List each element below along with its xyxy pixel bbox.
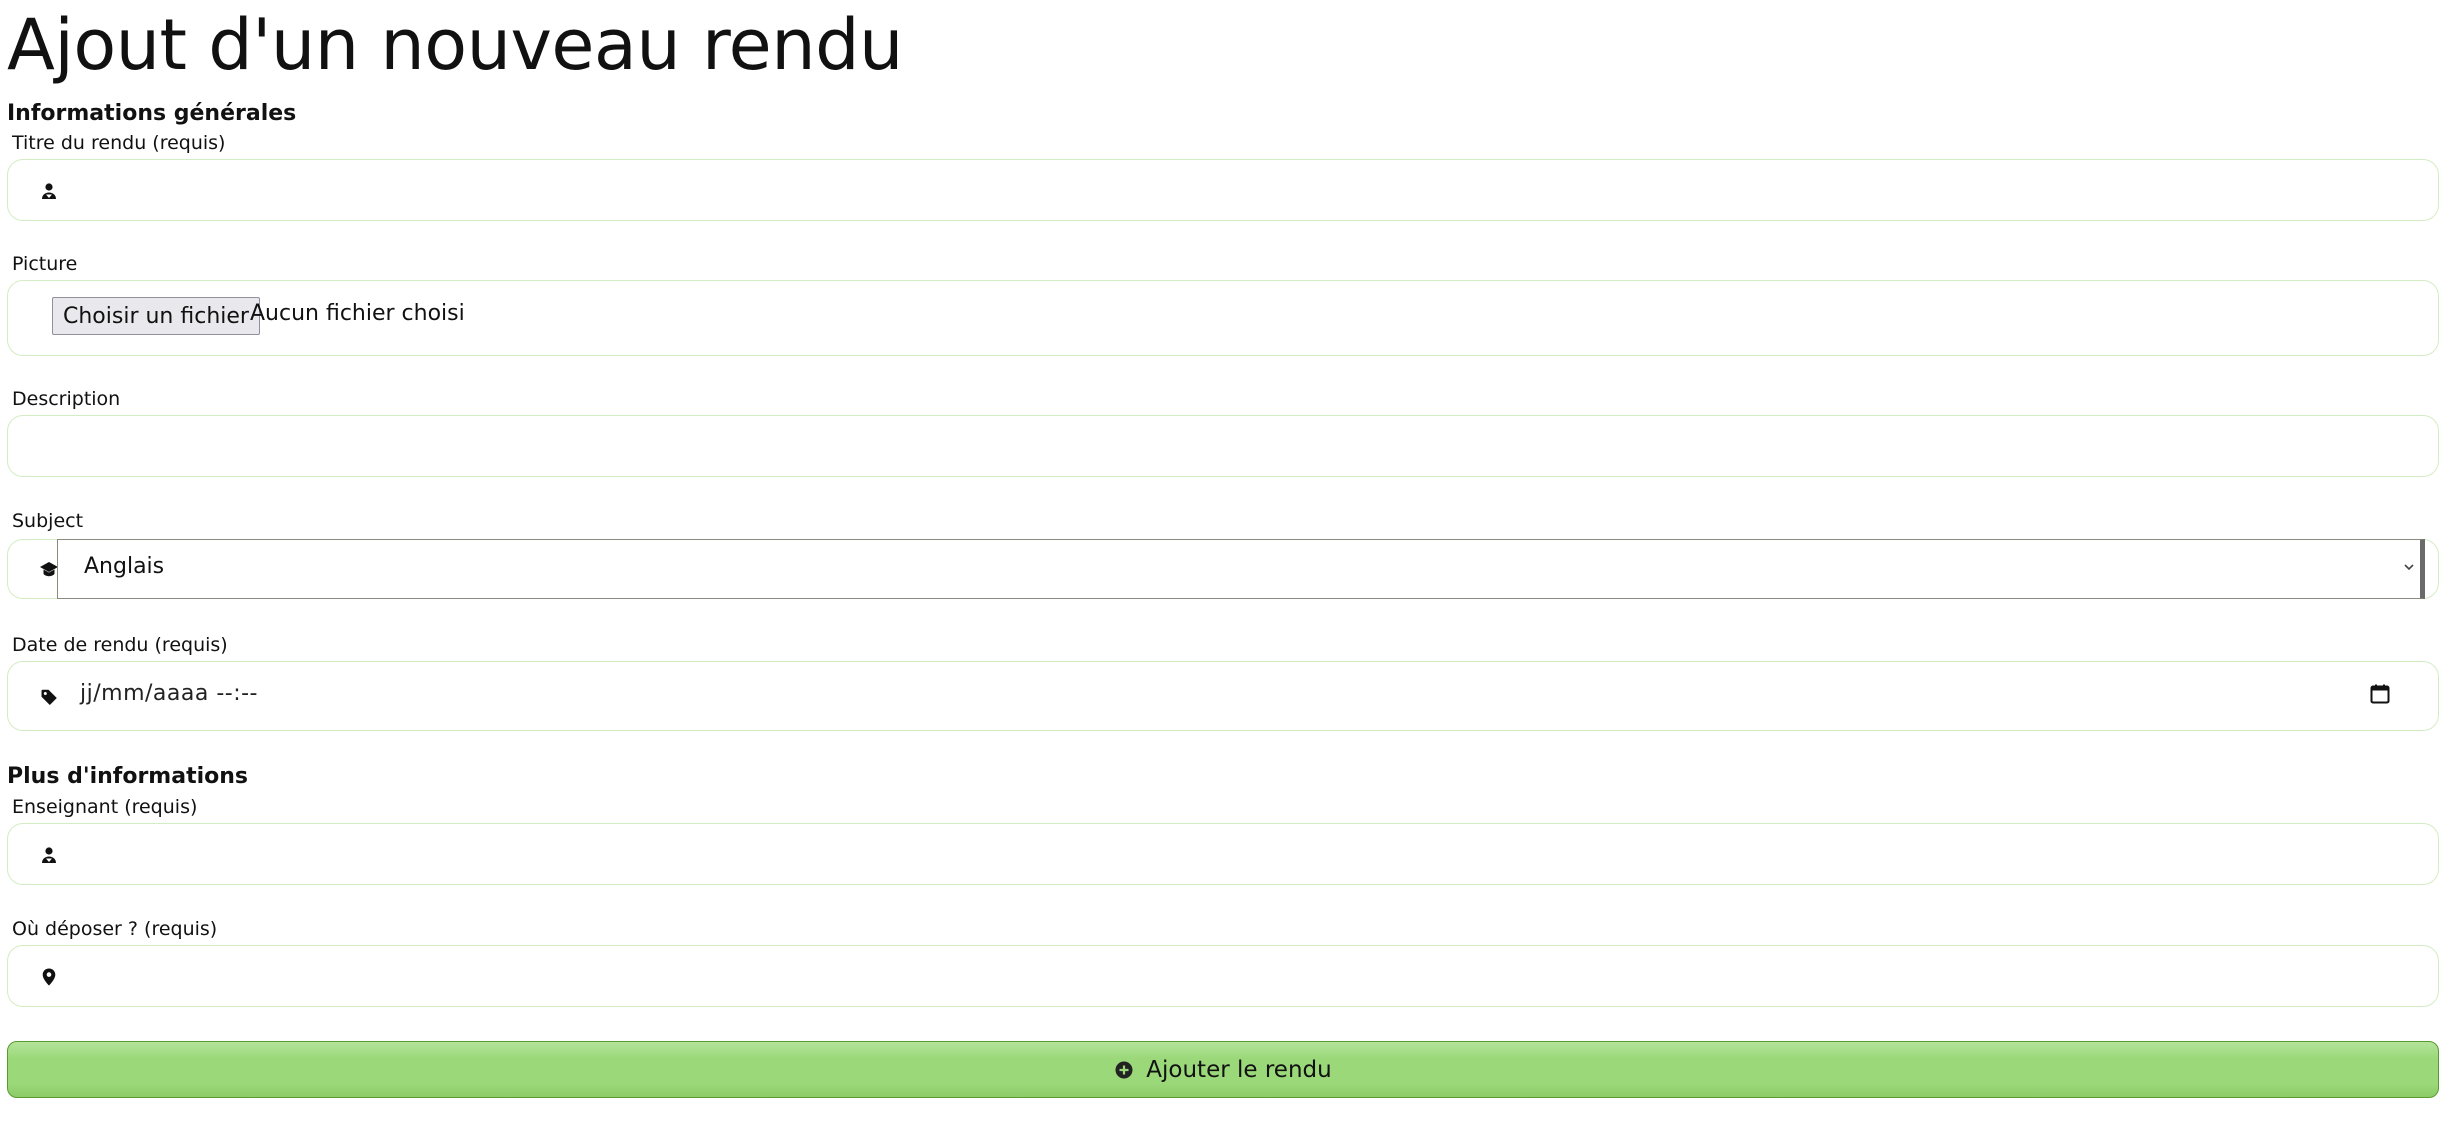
due-date-field: jj/mm/aaaa --:-- — [7, 661, 2439, 731]
description-input[interactable] — [28, 416, 2418, 476]
location-field — [7, 945, 2439, 1007]
title-input[interactable] — [78, 160, 2418, 220]
description-field-label: Description — [12, 388, 121, 410]
add-rendu-button[interactable]: Ajouter le rendu — [7, 1041, 2439, 1098]
tag-icon — [34, 682, 64, 712]
page-title: Ajout d'un nouveau rendu — [7, 4, 903, 86]
subject-selected-value: Anglais — [84, 554, 165, 579]
page: Ajout d'un nouveau rendu Informations gé… — [0, 0, 2449, 1140]
calendar-icon[interactable] — [2368, 682, 2392, 706]
add-rendu-button-label: Ajouter le rendu — [1146, 1056, 1332, 1083]
teacher-field-label: Enseignant (requis) — [12, 796, 198, 818]
due-date-input[interactable]: jj/mm/aaaa --:-- — [80, 681, 258, 706]
person-icon — [34, 840, 64, 870]
title-field-label: Titre du rendu (requis) — [12, 132, 226, 154]
location-input[interactable] — [78, 946, 2418, 1006]
title-field — [7, 159, 2439, 221]
subject-field: Anglais — [7, 539, 2439, 599]
file-status-text: Aucun fichier choisi — [250, 301, 465, 326]
subject-select[interactable]: Anglais — [57, 539, 2425, 599]
picture-field: Choisir un fichier Aucun fichier choisi — [7, 280, 2439, 356]
choose-file-button[interactable]: Choisir un fichier — [52, 297, 260, 335]
description-field[interactable] — [7, 415, 2439, 477]
plus-circle-icon — [1115, 1061, 1133, 1078]
due-date-field-label: Date de rendu (requis) — [12, 634, 228, 656]
person-icon — [34, 176, 64, 206]
section-title-more: Plus d'informations — [7, 764, 249, 789]
teacher-input[interactable] — [78, 824, 2418, 884]
subject-field-label: Subject — [12, 510, 84, 532]
chevron-down-icon — [2404, 564, 2414, 571]
location-field-label: Où déposer ? (requis) — [12, 918, 218, 940]
location-pin-icon — [34, 962, 64, 992]
teacher-field — [7, 823, 2439, 885]
section-title-general: Informations générales — [7, 101, 297, 126]
picture-field-label: Picture — [12, 253, 78, 275]
